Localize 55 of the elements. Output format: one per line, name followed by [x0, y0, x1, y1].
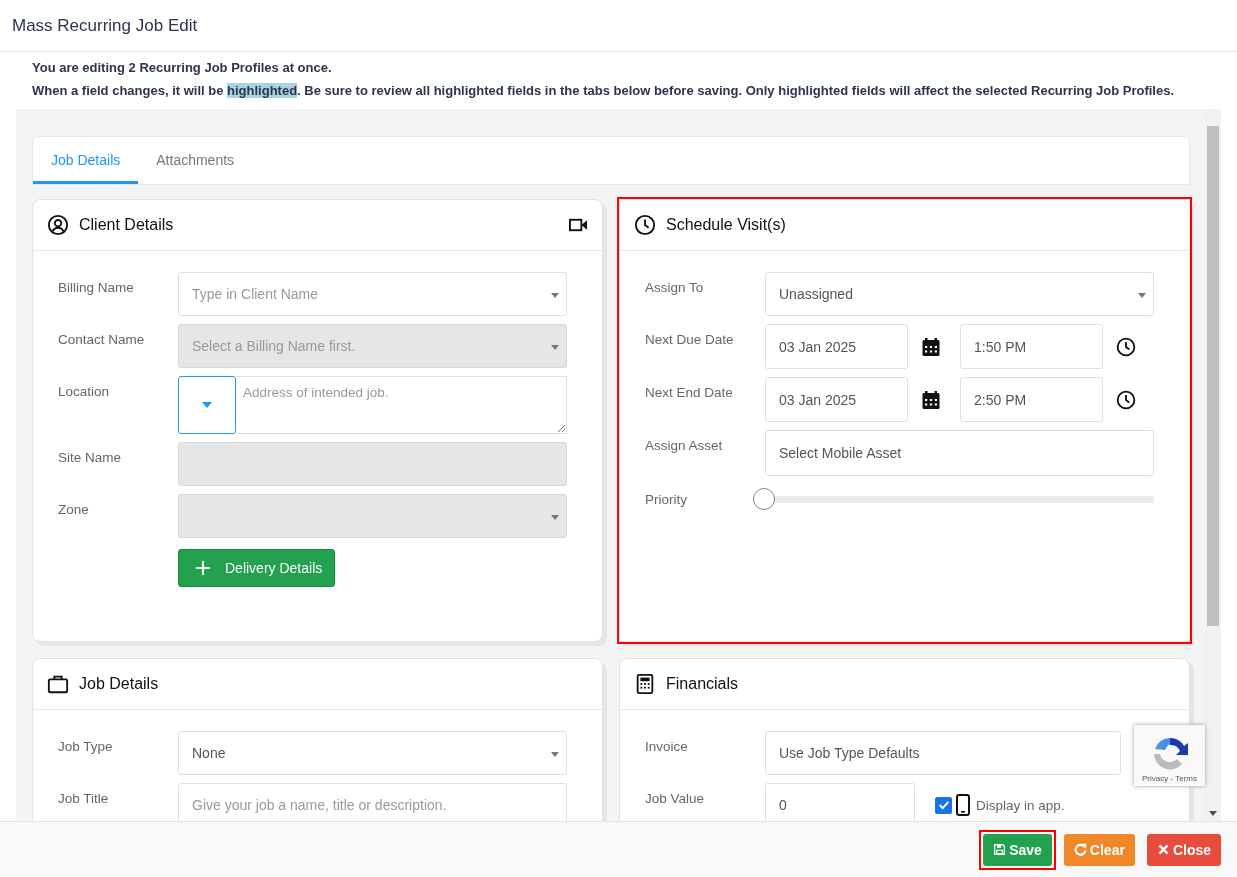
- panel-title: Job Details: [79, 675, 160, 693]
- clock-icon[interactable]: [1116, 389, 1136, 410]
- time-field[interactable]: 2:50 PM: [960, 377, 1103, 422]
- field-label: Job Title: [58, 790, 110, 806]
- plus-icon: [195, 560, 211, 576]
- field-label: Site Name: [58, 449, 123, 465]
- calendar-icon[interactable]: [921, 336, 941, 357]
- field-label: Job Type: [58, 738, 114, 754]
- recaptcha-links[interactable]: Privacy - Terms: [1142, 774, 1197, 783]
- dialog-title: Mass Recurring Job Edit: [12, 15, 198, 36]
- field-label: Contact Name: [58, 331, 146, 347]
- select-field[interactable]: Unassigned: [765, 272, 1154, 316]
- panel-title: Schedule Visit(s): [666, 216, 787, 234]
- caret-icon: [202, 402, 212, 408]
- field-label: Priority: [645, 491, 688, 507]
- field-label: Location: [58, 383, 111, 399]
- checkmark-icon: [936, 798, 951, 812]
- job-value-field[interactable]: 0: [765, 783, 915, 821]
- close-icon: [1156, 843, 1170, 856]
- briefcase-icon: [47, 673, 69, 695]
- panel-title: Client Details: [79, 216, 175, 234]
- slider-thumb[interactable]: [753, 488, 775, 510]
- clock-icon[interactable]: [1116, 336, 1136, 357]
- panel-title: Financials: [666, 675, 740, 693]
- notice-text: When a field changes, it will be highlighted. Be sure to review all highlighted fields in the tabs below before saving. Only highlighted fields will affect the selected Recurring Job Profiles.: [32, 83, 1176, 98]
- calendar-icon[interactable]: [921, 389, 941, 410]
- video-camera-icon[interactable]: [569, 218, 588, 232]
- time-field[interactable]: 1:50 PM: [960, 324, 1103, 369]
- select-field[interactable]: None: [178, 731, 567, 775]
- input-field[interactable]: Give your job a name, title or description.: [178, 783, 567, 821]
- date-field[interactable]: 03 Jan 2025: [765, 377, 908, 422]
- field-label: Assign To: [645, 279, 705, 295]
- date-field[interactable]: 03 Jan 2025: [765, 324, 908, 369]
- field-label: Assign Asset: [645, 437, 724, 453]
- input-field[interactable]: Select Mobile Asset: [765, 430, 1154, 476]
- field-label: Job Value: [645, 790, 706, 806]
- dropdown-button[interactable]: [178, 376, 236, 434]
- address-field[interactable]: Address of intended job.: [236, 376, 567, 434]
- phone-icon: [956, 794, 970, 816]
- field-label: Invoice: [645, 738, 689, 754]
- user-circle-icon: [47, 214, 69, 236]
- field-label: Zone: [58, 501, 90, 517]
- notice-text: You are editing 2 Recurring Job Profiles at once.: [32, 60, 333, 75]
- checkbox[interactable]: [935, 796, 952, 814]
- calculator-icon: [634, 673, 656, 695]
- field-label: Next End Date: [645, 384, 734, 400]
- input-field[interactable]: Use Job Type Defaults: [765, 731, 1121, 775]
- clock-icon: [634, 214, 656, 236]
- field-label: Billing Name: [58, 279, 135, 295]
- close-button[interactable]: Close: [1146, 833, 1221, 866]
- refresh-icon: [1073, 843, 1087, 856]
- tab[interactable]: Attachments: [138, 138, 253, 184]
- field-label: Next Due Date: [645, 331, 735, 347]
- checkbox-label: Display in app.: [976, 797, 1065, 813]
- scrollbar[interactable]: [1205, 109, 1221, 821]
